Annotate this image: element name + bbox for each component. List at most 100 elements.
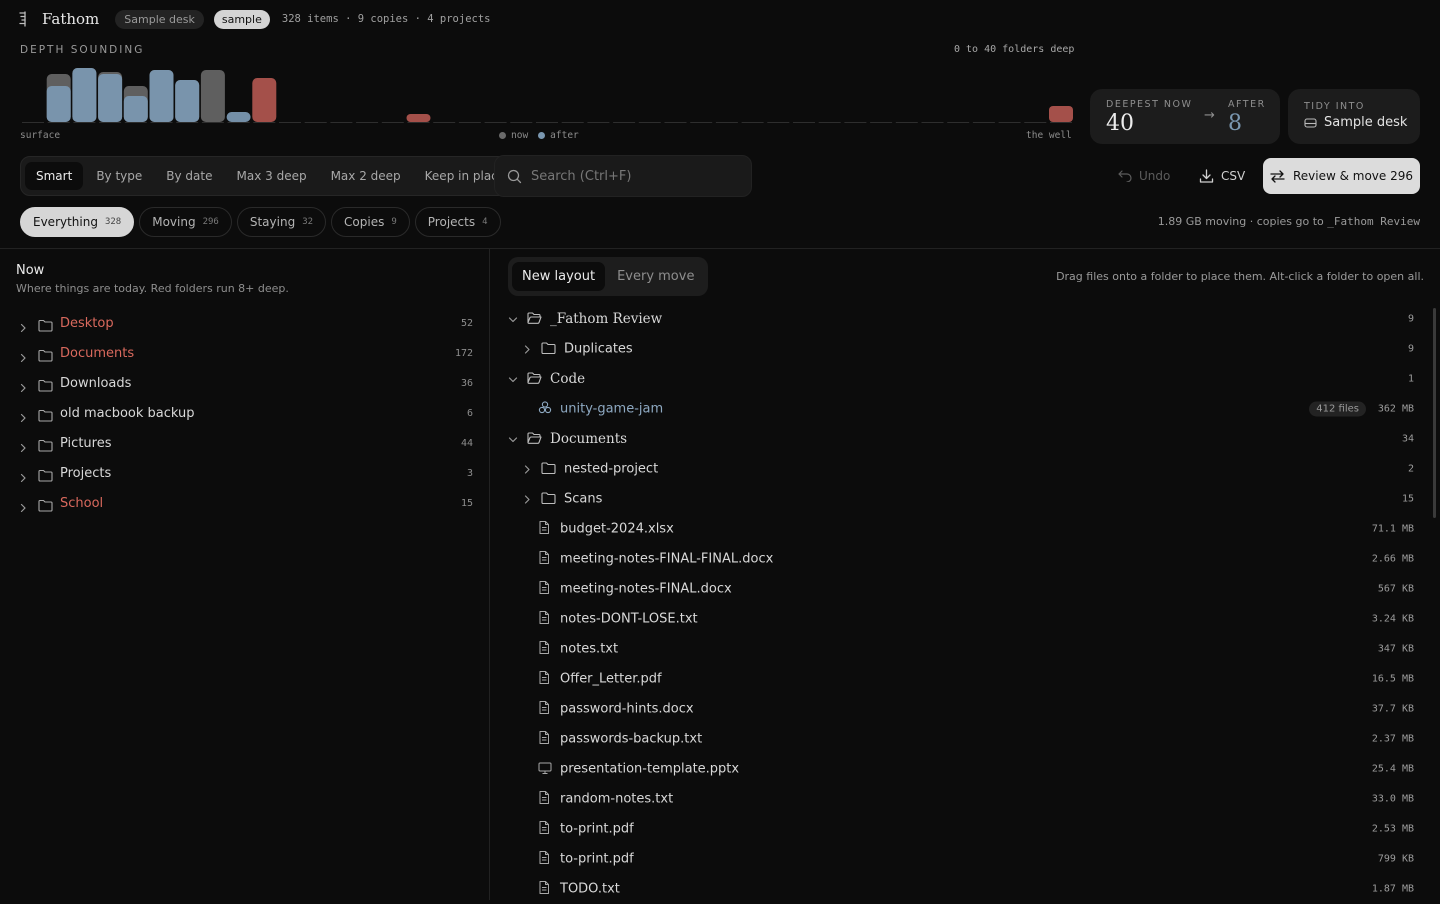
tree-row[interactable]: to-print.pdf 2.53 MB bbox=[490, 814, 1426, 844]
row-value: 347 KB bbox=[1377, 643, 1414, 655]
csv-export-button[interactable]: CSV bbox=[1199, 158, 1245, 194]
row-value: 71.1 MB bbox=[1371, 523, 1414, 535]
depth-bar-after bbox=[226, 112, 251, 122]
file-name: notes-DONT-LOSE.txt bbox=[560, 611, 698, 627]
download-icon bbox=[1199, 169, 1214, 183]
tree-row[interactable]: Scans 15 bbox=[490, 484, 1426, 514]
folder-count: 6 bbox=[466, 407, 473, 419]
tree-row[interactable]: Duplicates 9 bbox=[490, 334, 1426, 364]
chevron-right-icon[interactable] bbox=[522, 340, 532, 359]
mode-option-by-date[interactable]: By date bbox=[155, 162, 223, 190]
undo-label: Undo bbox=[1139, 169, 1171, 183]
tree-row[interactable]: _Fathom Review 9 bbox=[490, 304, 1426, 334]
file-icon bbox=[538, 640, 550, 659]
folder-icon bbox=[38, 347, 53, 362]
search-box[interactable] bbox=[494, 155, 752, 197]
file-name: TODO.txt bbox=[560, 881, 620, 897]
review-and-move-button[interactable]: Review & move 296 bbox=[1263, 158, 1420, 194]
depth-sounding-title: DEPTH SOUNDING bbox=[20, 44, 145, 56]
folder-count: 15 bbox=[460, 497, 473, 509]
chevron-right-icon[interactable] bbox=[18, 408, 28, 423]
row-value: 1 bbox=[1407, 373, 1414, 385]
file-count-badge: 412 files bbox=[1309, 401, 1366, 417]
mode-option-max-2-deep[interactable]: Max 2 deep bbox=[320, 162, 412, 190]
desk-chip[interactable]: Sample desk bbox=[115, 9, 204, 29]
current-folder-row[interactable]: Downloads 36 bbox=[0, 368, 489, 398]
tree-row[interactable]: notes-DONT-LOSE.txt 3.24 KB bbox=[490, 604, 1426, 634]
filter-chips: Everything 328 Moving 296 Staying 32 Copies 9 Pr… bbox=[20, 207, 501, 237]
file-name: to-print.pdf bbox=[560, 821, 634, 837]
folder-count: 44 bbox=[460, 437, 473, 449]
tidy-into-card[interactable]: TIDY INTO Sample desk bbox=[1288, 89, 1420, 144]
chevron-right-icon[interactable] bbox=[522, 490, 532, 509]
tree-row[interactable]: meeting-notes-FINAL-FINAL.docx 2.66 MB bbox=[490, 544, 1426, 574]
chevron-right-icon[interactable] bbox=[18, 498, 28, 513]
current-folder-row[interactable]: old macbook backup 6 bbox=[0, 398, 489, 428]
file-name: meeting-notes-FINAL.docx bbox=[560, 581, 732, 597]
mode-option-max-3-deep[interactable]: Max 3 deep bbox=[226, 162, 318, 190]
mode-option-smart[interactable]: Smart bbox=[25, 162, 84, 190]
filter-chip-label: Projects bbox=[427, 215, 476, 229]
tree-row[interactable]: presentation-template.pptx 25.4 MB bbox=[490, 754, 1426, 784]
current-folder-row[interactable]: Projects 3 bbox=[0, 458, 489, 488]
undo-button[interactable]: Undo bbox=[1118, 158, 1170, 194]
current-folder-row[interactable]: Documents 172 bbox=[0, 338, 489, 368]
depth-bar-after bbox=[72, 68, 97, 122]
chevron-right-icon[interactable] bbox=[18, 318, 28, 333]
filter-chip-label: Moving bbox=[152, 215, 196, 229]
tab-new-layout[interactable]: New layout bbox=[512, 262, 606, 291]
tree-row[interactable]: unity-game-jam 412 files 362 MB bbox=[490, 394, 1426, 424]
chevron-down-icon[interactable] bbox=[508, 370, 518, 389]
row-value: 362 MB bbox=[1377, 403, 1414, 415]
row-value: 16.5 MB bbox=[1371, 673, 1414, 685]
tree-row[interactable]: Offer_Letter.pdf 16.5 MB bbox=[490, 664, 1426, 694]
folder-name: Pictures bbox=[60, 435, 112, 451]
tree-row[interactable]: random-notes.txt 33.0 MB bbox=[490, 784, 1426, 814]
row-value: 9 bbox=[1407, 313, 1414, 325]
tree-row[interactable]: meeting-notes-FINAL.docx 567 KB bbox=[490, 574, 1426, 604]
current-folder-row[interactable]: School 15 bbox=[0, 488, 489, 518]
folder-icon bbox=[541, 340, 556, 359]
filter-chip-moving[interactable]: Moving 296 bbox=[139, 207, 232, 237]
chevron-right-icon[interactable] bbox=[18, 438, 28, 453]
legend-now-label: now bbox=[511, 130, 529, 141]
tree-row[interactable]: password-hints.docx 37.7 KB bbox=[490, 694, 1426, 724]
folder-icon bbox=[38, 437, 53, 452]
chevron-down-icon[interactable] bbox=[508, 310, 518, 329]
chevron-right-icon[interactable] bbox=[18, 468, 28, 483]
current-folder-row[interactable]: Desktop 52 bbox=[0, 308, 489, 338]
tree-row[interactable]: Documents 34 bbox=[490, 424, 1426, 454]
app-header: Fathom Sample desk sample 328 items · 9 … bbox=[0, 0, 1440, 38]
filter-chip-projects[interactable]: Projects 4 bbox=[414, 207, 501, 237]
filter-chip-everything[interactable]: Everything 328 bbox=[20, 207, 135, 237]
open-folder-icon bbox=[527, 310, 542, 329]
app-name: Fathom bbox=[42, 10, 100, 28]
chevron-down-icon[interactable] bbox=[508, 430, 518, 449]
tree-row[interactable]: Code 1 bbox=[490, 364, 1426, 394]
arrow-right-icon: → bbox=[1204, 108, 1215, 123]
mode-option-by-type[interactable]: By type bbox=[85, 162, 153, 190]
row-value: 34 bbox=[1401, 433, 1414, 445]
filter-chip-count: 9 bbox=[391, 217, 397, 227]
legend-after: after bbox=[538, 130, 579, 141]
tab-every-move[interactable]: Every move bbox=[607, 262, 704, 291]
filter-chip-copies[interactable]: Copies 9 bbox=[331, 207, 410, 237]
search-input[interactable] bbox=[531, 168, 731, 184]
folder-icon bbox=[38, 467, 53, 482]
tree-row[interactable]: nested-project 2 bbox=[490, 454, 1426, 484]
file-icon bbox=[538, 730, 550, 749]
folder-name: Desktop bbox=[60, 315, 114, 331]
chevron-right-icon[interactable] bbox=[18, 378, 28, 393]
tree-row[interactable]: to-print.pdf 799 KB bbox=[490, 844, 1426, 874]
sample-mode-chip[interactable]: sample bbox=[213, 9, 270, 29]
filter-chip-count: 328 bbox=[104, 217, 122, 227]
tree-row[interactable]: budget-2024.xlsx 71.1 MB bbox=[490, 514, 1426, 544]
current-folder-row[interactable]: Pictures 44 bbox=[0, 428, 489, 458]
tree-row[interactable]: passwords-backup.txt 2.37 MB bbox=[490, 724, 1426, 754]
chevron-right-icon[interactable] bbox=[18, 348, 28, 363]
tree-row[interactable]: notes.txt 347 KB bbox=[490, 634, 1426, 664]
chevron-right-icon[interactable] bbox=[522, 460, 532, 479]
filter-chip-staying[interactable]: Staying 32 bbox=[236, 207, 327, 237]
tree-scrollbar[interactable] bbox=[1433, 308, 1436, 518]
header-stats: 328 items · 9 copies · 4 projects bbox=[281, 13, 491, 25]
